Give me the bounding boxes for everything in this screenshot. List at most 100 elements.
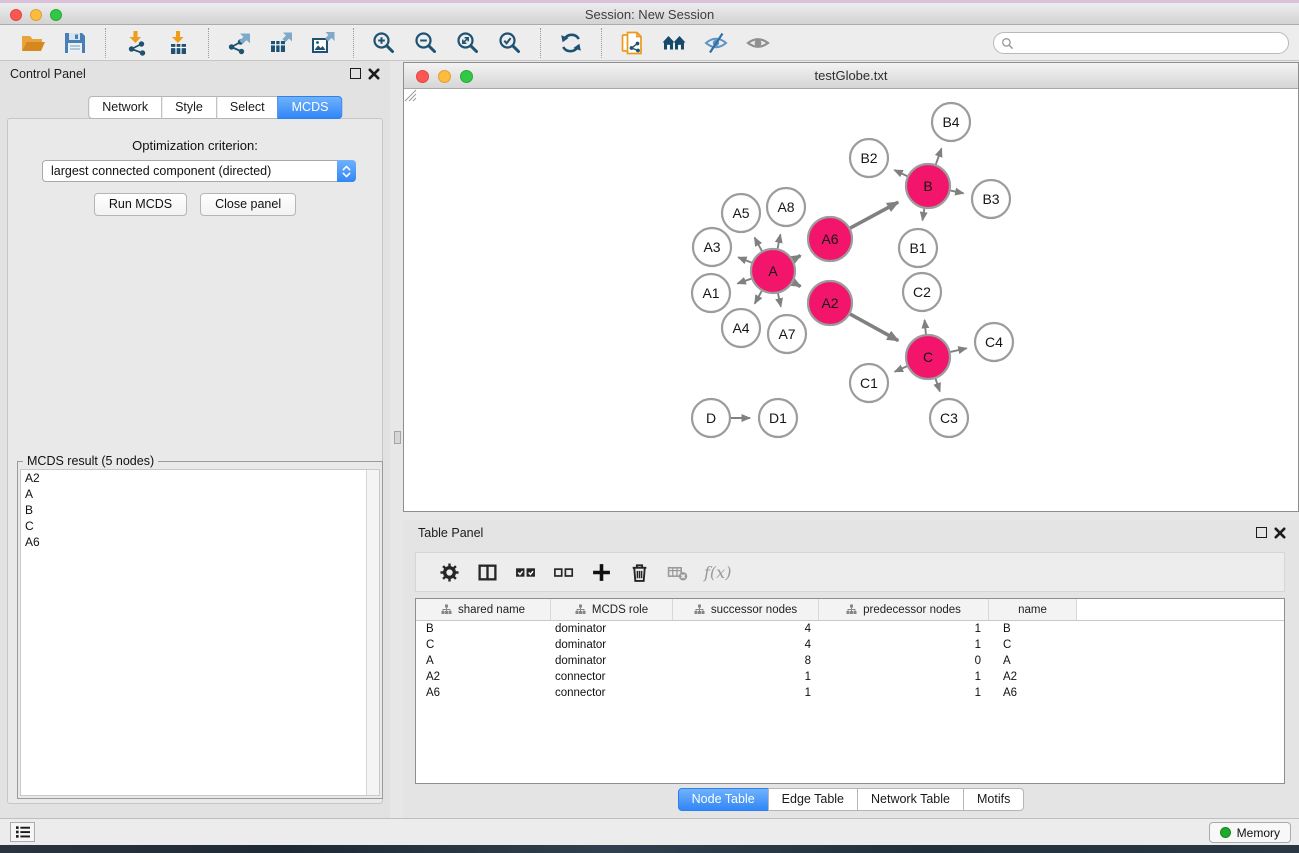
zoom-out-button[interactable] <box>411 28 441 58</box>
import-network-button[interactable] <box>121 28 151 58</box>
graph-edge-A-A5[interactable] <box>755 238 762 251</box>
graph-edge-C-C4[interactable] <box>950 348 966 352</box>
close-panel-icon[interactable] <box>368 68 380 80</box>
zoom-selected-icon <box>497 30 523 56</box>
graph-edge-A-A2[interactable] <box>793 282 800 286</box>
graph-edge-C-C2[interactable] <box>925 320 926 334</box>
column-header-MCDS-role[interactable]: MCDS role <box>551 599 673 620</box>
birds-eye-view-button[interactable] <box>743 28 773 58</box>
graph-edge-A2-C[interactable] <box>850 314 898 341</box>
import-table-button[interactable] <box>163 28 193 58</box>
delete-row-button[interactable] <box>622 557 656 587</box>
graph-edge-B-B3[interactable] <box>951 191 964 194</box>
column-header-predecessor-nodes[interactable]: predecessor nodes <box>819 599 989 620</box>
zoom-fit-icon <box>455 30 481 56</box>
graph-edge-C-C3[interactable] <box>936 379 940 392</box>
result-list-scrollbar[interactable] <box>366 470 379 795</box>
select-all-button[interactable] <box>508 557 542 587</box>
open-file-button[interactable] <box>18 28 48 58</box>
unselect-all-button[interactable] <box>546 557 580 587</box>
graph-node-label: D <box>706 410 716 426</box>
toolbar-separator <box>105 28 106 58</box>
tab-select[interactable]: Select <box>216 96 279 119</box>
network-window-titlebar[interactable]: testGlobe.txt <box>404 63 1298 89</box>
zoom-selected-button[interactable] <box>495 28 525 58</box>
criterion-select[interactable]: largest connected component (directed) <box>42 160 356 182</box>
export-image-button[interactable] <box>308 28 338 58</box>
add-row-button[interactable] <box>584 557 618 587</box>
tab-mcds[interactable]: MCDS <box>278 96 343 119</box>
column-header-name[interactable]: name <box>989 599 1077 620</box>
result-item[interactable]: A2 <box>21 470 379 486</box>
table-row[interactable]: Cdominator41C <box>416 637 1284 653</box>
zoom-in-button[interactable] <box>369 28 399 58</box>
apply-layout-button[interactable] <box>556 28 586 58</box>
home-button[interactable] <box>659 28 689 58</box>
table-row[interactable]: A2connector11A2 <box>416 669 1284 685</box>
eye-icon <box>745 30 771 56</box>
show-column-button[interactable] <box>470 557 504 587</box>
control-panel-tabs: NetworkStyleSelectMCDS <box>88 96 342 119</box>
graph-edge-B-B4[interactable] <box>936 148 942 164</box>
table-settings-button[interactable] <box>432 557 466 587</box>
tab-node-table[interactable]: Node Table <box>678 788 769 811</box>
column-header-label: name <box>1018 604 1047 616</box>
save-session-button[interactable] <box>60 28 90 58</box>
run-mcds-button[interactable]: Run MCDS <box>94 193 187 216</box>
graph-edge-A6-B[interactable] <box>850 202 898 228</box>
tab-style[interactable]: Style <box>161 96 217 119</box>
memory-button[interactable]: Memory <box>1209 822 1291 843</box>
function-builder-button[interactable]: f(x) <box>704 563 731 582</box>
result-item[interactable]: B <box>21 502 379 518</box>
graph-edge-A-A1[interactable] <box>737 279 751 284</box>
toolbar-separator <box>353 28 354 58</box>
float-panel-icon[interactable] <box>1256 527 1267 538</box>
graph-edge-A-A4[interactable] <box>755 291 762 304</box>
export-network-icon <box>226 30 252 56</box>
network-canvas[interactable]: AA1A2A3A4A5A6A7A8BB1B2B3B4CC1C2C3C4DD1 <box>404 89 1298 511</box>
new-session-button[interactable] <box>617 28 647 58</box>
zoom-fit-button[interactable] <box>453 28 483 58</box>
graph-node-label: B <box>923 178 932 194</box>
graph-edge-A-A8[interactable] <box>778 234 781 248</box>
tab-motifs[interactable]: Motifs <box>963 788 1024 811</box>
column-header-label: successor nodes <box>711 604 797 616</box>
table-row[interactable]: Adominator80A <box>416 653 1284 669</box>
graph-edge-A-A7[interactable] <box>778 294 781 307</box>
import-network-icon <box>123 30 149 56</box>
graph-edge-C-C1[interactable] <box>895 366 907 371</box>
table-row[interactable]: A6connector11A6 <box>416 685 1284 701</box>
tab-network-table[interactable]: Network Table <box>857 788 964 811</box>
graph-node-label: C2 <box>913 284 931 300</box>
graph-edge-A-A6[interactable] <box>793 256 800 260</box>
column-header-shared-name[interactable]: shared name <box>416 599 551 620</box>
panel-splitter-grip[interactable] <box>394 431 401 444</box>
close-panel-icon[interactable] <box>1274 527 1286 539</box>
table-cell: 8 <box>673 653 819 669</box>
column-header-successor-nodes[interactable]: successor nodes <box>673 599 819 620</box>
result-item[interactable]: C <box>21 518 379 534</box>
graph-edge-B-B2[interactable] <box>894 170 907 176</box>
graph-edge-A-A3[interactable] <box>738 257 752 262</box>
delete-table-button[interactable] <box>660 557 694 587</box>
select-all-icon <box>515 562 536 583</box>
task-history-button[interactable] <box>10 822 35 842</box>
table-cell: B <box>989 621 1077 637</box>
resize-grip-icon[interactable] <box>404 89 417 102</box>
graph-edge-B-B1[interactable] <box>923 209 925 221</box>
search-box[interactable] <box>993 32 1289 54</box>
graphics-details-button[interactable] <box>701 28 731 58</box>
home-icon <box>661 30 687 56</box>
close-panel-button[interactable]: Close panel <box>200 193 296 216</box>
tab-network[interactable]: Network <box>88 96 162 119</box>
export-table-button[interactable] <box>266 28 296 58</box>
app-titlebar: Session: New Session <box>0 0 1299 25</box>
result-item[interactable]: A6 <box>21 534 379 550</box>
table-row[interactable]: Bdominator41B <box>416 621 1284 637</box>
float-panel-icon[interactable] <box>350 68 361 79</box>
table-cell: 0 <box>819 653 989 669</box>
export-network-button[interactable] <box>224 28 254 58</box>
search-input[interactable] <box>1014 34 1288 52</box>
result-item[interactable]: A <box>21 486 379 502</box>
tab-edge-table[interactable]: Edge Table <box>768 788 858 811</box>
